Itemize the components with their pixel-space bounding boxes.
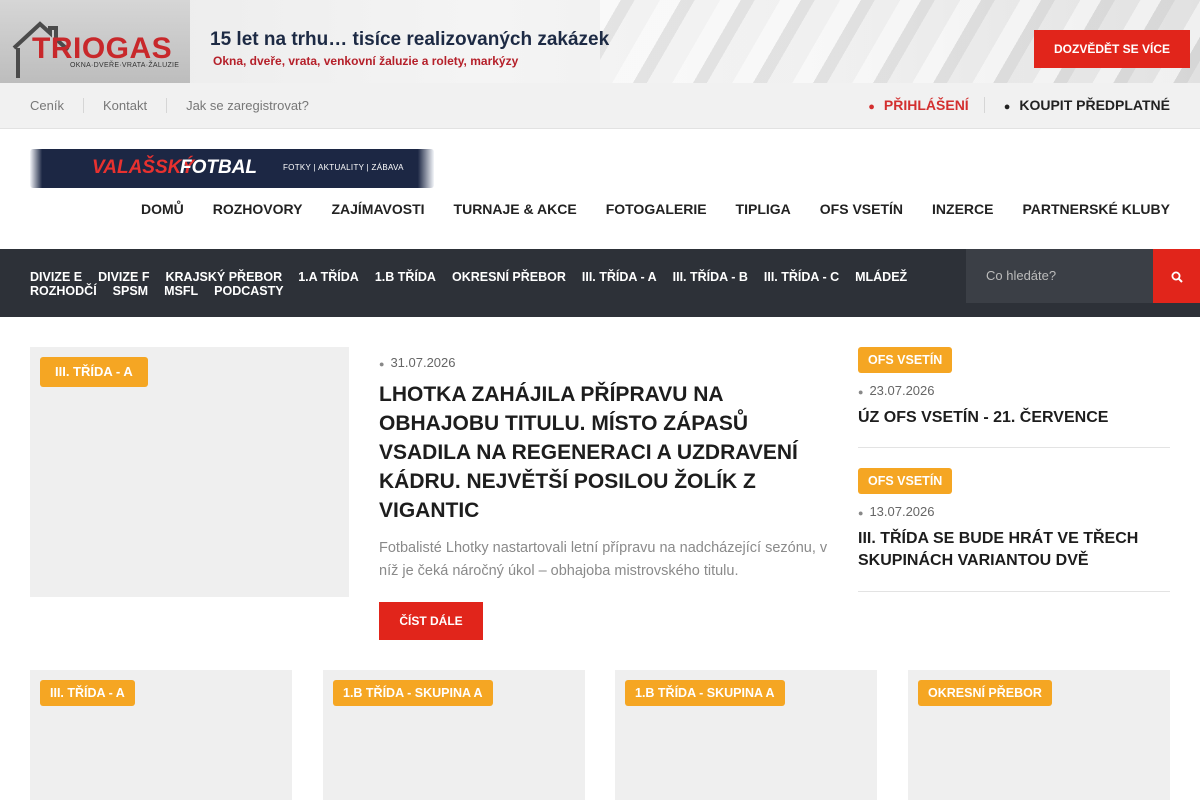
sidebar-title[interactable]: ÚZ OFS VSETÍN - 21. ČERVENCE bbox=[858, 407, 1170, 429]
sidebar-article[interactable]: OFS VSETÍN ● 13.07.2026 III. TŘÍDA SE BUD… bbox=[858, 468, 1170, 592]
nav-item-zajimavosti[interactable]: ZAJÍMAVOSTI bbox=[331, 201, 424, 217]
sidebar-date: ● 13.07.2026 bbox=[858, 504, 935, 519]
nav-item-turnaje[interactable]: TURNAJE & AKCE bbox=[454, 201, 577, 217]
category-podcasty[interactable]: PODCASTY bbox=[214, 284, 283, 298]
card-category-badge[interactable]: OKRESNÍ PŘEBOR bbox=[918, 680, 1052, 706]
sidebar-category-badge[interactable]: OFS VSETÍN bbox=[858, 347, 953, 373]
article-card[interactable]: 1.B TŘÍDA - SKUPINA A bbox=[323, 670, 585, 800]
category-spsm[interactable]: SPSM bbox=[113, 284, 148, 298]
category-krajsky-prebor[interactable]: KRAJSKÝ PŘEBOR bbox=[166, 270, 283, 284]
banner-cta-button[interactable]: DOZVĚDĚT SE VÍCE bbox=[1034, 30, 1190, 68]
category-mladez[interactable]: MLÁDEŽ bbox=[855, 270, 907, 284]
card-category-badge[interactable]: 1.B TŘÍDA - SKUPINA A bbox=[333, 680, 493, 706]
category-iii-trida-a[interactable]: III. TŘÍDA - A bbox=[582, 270, 657, 284]
sidebar-category-badge[interactable]: OFS VSETÍN bbox=[858, 468, 953, 494]
card-category-badge[interactable]: III. TŘÍDA - A bbox=[40, 680, 135, 706]
clock-icon: ● bbox=[858, 508, 864, 518]
nav-item-inzerce[interactable]: INZERCE bbox=[932, 201, 993, 217]
main-nav: DOMŮ ROZHOVORY ZAJÍMAVOSTI TURNAJE & AKC… bbox=[112, 201, 1170, 217]
category-rozhodci[interactable]: ROZHODČÍ bbox=[30, 284, 97, 298]
nav-item-fotogalerie[interactable]: FOTOGALERIE bbox=[606, 201, 707, 217]
buy-subscription-link[interactable]: ● KOUPIT PŘEDPLATNÉ bbox=[985, 97, 1170, 113]
category-divize-f[interactable]: DIVIZE F bbox=[98, 270, 149, 284]
site-logo-name-part1: VALAŠSKÝ bbox=[92, 157, 195, 178]
card-category-badge[interactable]: 1.B TŘÍDA - SKUPINA A bbox=[625, 680, 785, 706]
search-icon bbox=[1171, 271, 1183, 284]
featured-excerpt: Fotbalisté Lhotky nastartovali letní pří… bbox=[379, 540, 828, 579]
category-1a-trida[interactable]: 1.A TŘÍDA bbox=[298, 270, 359, 284]
sidebar-date-text: 23.07.2026 bbox=[869, 383, 935, 398]
sidebar-date-text: 13.07.2026 bbox=[869, 504, 935, 519]
banner-logo-subtitle: OKNA·DVEŘE·VRATA·ŽALUZIE bbox=[70, 62, 180, 69]
clock-icon: ● bbox=[379, 359, 385, 369]
category-okresni-prebor[interactable]: OKRESNÍ PŘEBOR bbox=[452, 270, 566, 284]
category-msfl[interactable]: MSFL bbox=[164, 284, 198, 298]
search-button[interactable] bbox=[1153, 249, 1200, 303]
featured-date-text: 31.07.2026 bbox=[390, 355, 456, 370]
banner-headline: 15 let na trhu… tisíce realizovaných zak… bbox=[210, 29, 610, 50]
sidebar-title[interactable]: III. TŘÍDA SE BUDE HRÁT VE TŘECH SKUPINÁ… bbox=[858, 528, 1170, 572]
nav-item-tipliga[interactable]: TIPLIGA bbox=[736, 201, 791, 217]
featured-category-badge[interactable]: III. TŘÍDA - A bbox=[40, 357, 148, 387]
search-input[interactable]: Co hledáte? bbox=[966, 249, 1153, 303]
category-1b-trida[interactable]: 1.B TŘÍDA bbox=[375, 270, 436, 284]
banner-subline: Okna, dveře, vrata, venkovní žaluzie a r… bbox=[213, 54, 519, 68]
article-card[interactable]: OKRESNÍ PŘEBOR bbox=[908, 670, 1170, 800]
buy-label: KOUPIT PŘEDPLATNÉ bbox=[1019, 97, 1170, 113]
nav-item-domu[interactable]: DOMŮ bbox=[141, 201, 184, 217]
utility-link-register[interactable]: Jak se zaregistrovat? bbox=[166, 98, 328, 113]
utility-link-kontakt[interactable]: Kontakt bbox=[82, 98, 166, 113]
category-iii-trida-b[interactable]: III. TŘÍDA - B bbox=[673, 270, 748, 284]
sidebar-article[interactable]: OFS VSETÍN ● 23.07.2026 ÚZ OFS VSETÍN - 2… bbox=[858, 347, 1170, 448]
utility-link-cenik[interactable]: Ceník bbox=[30, 98, 83, 113]
read-more-button[interactable]: ČÍST DÁLE bbox=[379, 602, 483, 640]
utility-bar: Ceník Kontakt Jak se zaregistrovat? ● PŘI… bbox=[0, 83, 1200, 129]
banner-logo: TRIOGAS bbox=[32, 32, 173, 65]
category-nav: DIVIZE E DIVIZE F KRAJSKÝ PŘEBOR 1.A TŘÍDA 1… bbox=[0, 249, 1200, 317]
category-divize-e[interactable]: DIVIZE E bbox=[30, 270, 82, 284]
site-logo-tagline: FOTKY | AKTUALITY | ZÁBAVA bbox=[283, 163, 404, 172]
site-logo-name-part2: FOTBAL bbox=[180, 157, 258, 178]
featured-date: ● 31.07.2026 bbox=[379, 355, 456, 370]
featured-title[interactable]: LHOTKA ZAHÁJILA PŘÍPRAVU NA OBHAJOBU TIT… bbox=[379, 380, 819, 525]
category-items: DIVIZE E DIVIZE F KRAJSKÝ PŘEBOR 1.A TŘÍDA 1… bbox=[30, 270, 950, 298]
clock-icon: ● bbox=[858, 387, 864, 397]
nav-item-rozhovory[interactable]: ROZHOVORY bbox=[213, 201, 303, 217]
category-iii-trida-c[interactable]: III. TŘÍDA - C bbox=[764, 270, 839, 284]
sidebar-date: ● 23.07.2026 bbox=[858, 383, 935, 398]
account-links: ● PŘIHLÁŠENÍ ● KOUPIT PŘEDPLATNÉ bbox=[868, 97, 1170, 113]
nav-item-ofs-vsetin[interactable]: OFS VSETÍN bbox=[820, 201, 903, 217]
nav-item-partnerske-kluby[interactable]: PARTNERSKÉ KLUBY bbox=[1022, 201, 1170, 217]
site-logo[interactable]: VALAŠSKÝ FOTBAL FOTKY | AKTUALITY | ZÁBA… bbox=[30, 149, 434, 188]
login-link[interactable]: ● PŘIHLÁŠENÍ bbox=[868, 97, 985, 113]
utility-links: Ceník Kontakt Jak se zaregistrovat? bbox=[30, 98, 328, 113]
article-card[interactable]: III. TŘÍDA - A bbox=[30, 670, 292, 800]
article-card[interactable]: 1.B TŘÍDA - SKUPINA A bbox=[615, 670, 877, 800]
user-icon: ● bbox=[868, 101, 875, 113]
top-banner-ad[interactable]: TRIOGAS OKNA·DVEŘE·VRATA·ŽALUZIE 15 let … bbox=[0, 0, 1200, 83]
cart-icon: ● bbox=[1003, 101, 1011, 113]
login-label: PŘIHLÁŠENÍ bbox=[883, 97, 969, 113]
